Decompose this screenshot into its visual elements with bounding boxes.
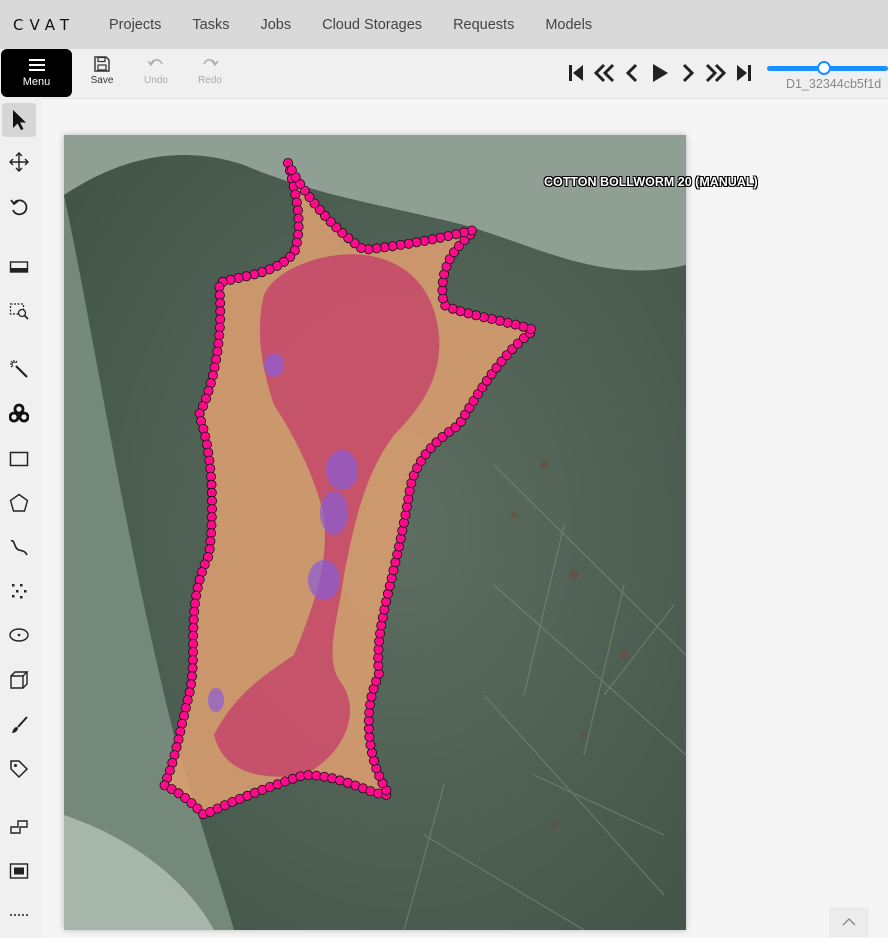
zoom-region-icon[interactable]: [2, 294, 36, 328]
cvat-logo[interactable]: CVAT: [0, 16, 78, 34]
opencv-icon[interactable]: [2, 396, 36, 430]
undo-icon: [147, 59, 163, 67]
polygon-icon[interactable]: [2, 486, 36, 520]
top-navigation: CVAT Projects Tasks Jobs Cloud Storages …: [0, 0, 888, 49]
magic-wand-icon[interactable]: [2, 352, 36, 386]
undo-label: Undo: [144, 75, 168, 86]
cuboid-icon[interactable]: [2, 663, 36, 697]
chevron-up-icon[interactable]: [829, 907, 869, 937]
redo-label: Redo: [198, 75, 222, 86]
last-frame-icon[interactable]: [733, 62, 755, 84]
frame-image[interactable]: [64, 135, 686, 930]
polygon-vertex[interactable]: [286, 165, 297, 176]
fast-forward-icon[interactable]: [705, 62, 727, 84]
object-label: COTTON BOLLWORM 20 (MANUAL): [544, 175, 758, 189]
save-label: Save: [90, 75, 114, 86]
nav-projects[interactable]: Projects: [109, 17, 161, 33]
polyline-icon[interactable]: [2, 530, 36, 564]
fit-image-icon[interactable]: [2, 250, 36, 284]
more-icon[interactable]: [2, 898, 36, 932]
first-frame-icon[interactable]: [565, 62, 587, 84]
play-icon[interactable]: [649, 62, 671, 84]
save-icon: [94, 56, 110, 72]
undo-button[interactable]: Undo: [136, 55, 176, 86]
merge-icon[interactable]: [2, 810, 36, 844]
hamburger-icon: [28, 58, 45, 72]
nav-jobs[interactable]: Jobs: [260, 17, 291, 33]
menu-label: Menu: [22, 76, 51, 88]
nav-cloud-storages[interactable]: Cloud Storages: [322, 17, 422, 33]
redo-button[interactable]: Redo: [190, 55, 230, 86]
polygon-vertex[interactable]: [395, 533, 406, 544]
previous-frame-icon[interactable]: [621, 62, 643, 84]
polygon-vertex[interactable]: [186, 679, 197, 690]
fast-backward-icon[interactable]: [593, 62, 615, 84]
frame-filename: D1_32344cb5f1d: [786, 77, 882, 91]
move-icon[interactable]: [2, 145, 36, 179]
controls-sidebar: [0, 98, 40, 938]
next-frame-icon[interactable]: [677, 62, 699, 84]
frame-slider-handle[interactable]: [817, 61, 831, 75]
redo-icon: [203, 59, 219, 67]
rotate-icon[interactable]: [2, 190, 36, 224]
rectangle-icon[interactable]: [2, 442, 36, 476]
brush-icon[interactable]: [2, 708, 36, 742]
nav-tasks[interactable]: Tasks: [192, 17, 229, 33]
nav-models[interactable]: Models: [545, 17, 592, 33]
nav-requests[interactable]: Requests: [453, 17, 514, 33]
leaf-background-image: [64, 135, 686, 930]
cursor-icon[interactable]: [2, 103, 36, 137]
menu-button[interactable]: Menu: [1, 49, 72, 97]
tag-icon[interactable]: [2, 752, 36, 786]
ellipse-icon[interactable]: [2, 618, 36, 652]
group-icon[interactable]: [2, 854, 36, 888]
player-controls: [565, 62, 755, 84]
save-button[interactable]: Save: [82, 55, 122, 86]
points-icon[interactable]: [2, 574, 36, 608]
annotation-toolbar: Menu Save Undo Redo: [0, 49, 888, 98]
